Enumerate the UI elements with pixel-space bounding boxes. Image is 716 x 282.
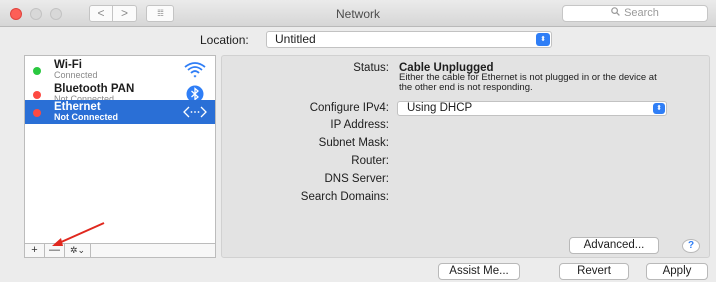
configure-ipv4-select[interactable]: Using DHCP ⬍ <box>397 101 667 116</box>
status-label: Status: <box>353 62 389 74</box>
dns-server-label: DNS Server: <box>324 173 389 185</box>
chevron-updown-icon: ⬍ <box>653 103 665 114</box>
status-dot <box>33 109 41 117</box>
search-domains-label: Search Domains: <box>300 191 389 203</box>
search-icon <box>611 6 620 21</box>
assist-me-button[interactable]: Assist Me... <box>438 263 520 280</box>
service-status: Not Connected <box>54 112 118 122</box>
status-dot <box>33 91 41 99</box>
subnet-mask-label: Subnet Mask: <box>318 137 389 149</box>
apply-button[interactable]: Apply <box>646 263 708 280</box>
router-label: Router: <box>351 155 389 167</box>
add-service-button[interactable]: + <box>25 244 45 257</box>
advanced-button[interactable]: Advanced... <box>569 237 659 254</box>
action-menu-button[interactable]: ✲⌄ <box>65 244 91 257</box>
title-bar: < > ⁞⁞⁞⁞ Network Search <box>0 0 716 27</box>
help-button[interactable]: ? <box>682 239 700 253</box>
service-item-ethernet[interactable]: Ethernet Not Connected <box>25 100 215 124</box>
detail-panel: Status: Cable Unplugged Either the cable… <box>221 55 710 258</box>
configure-ipv4-label: Configure IPv4: <box>309 102 389 114</box>
service-status: Connected <box>54 70 98 80</box>
location-value: Untitled <box>275 32 316 46</box>
location-label: Location: <box>200 33 249 47</box>
status-dot <box>33 67 41 75</box>
service-item-wifi[interactable]: Wi-Fi Connected <box>25 58 215 82</box>
remove-service-button[interactable]: — <box>45 244 65 257</box>
chevron-updown-icon: ⬍ <box>536 33 550 46</box>
configure-ipv4-value: Using DHCP <box>407 102 473 114</box>
search-field[interactable]: Search <box>562 5 708 22</box>
ip-address-label: IP Address: <box>330 119 389 131</box>
service-list-toolbar: + — ✲⌄ <box>24 244 216 258</box>
search-placeholder: Search <box>624 7 659 19</box>
location-select[interactable]: Untitled ⬍ <box>266 31 552 48</box>
status-description: Either the cable for Ethernet is not plu… <box>399 72 657 93</box>
service-list[interactable]: Wi-Fi Connected Bluetooth PAN Not Connec… <box>24 55 216 244</box>
ethernet-icon <box>183 102 207 122</box>
wifi-icon <box>183 60 207 80</box>
revert-button[interactable]: Revert <box>559 263 629 280</box>
